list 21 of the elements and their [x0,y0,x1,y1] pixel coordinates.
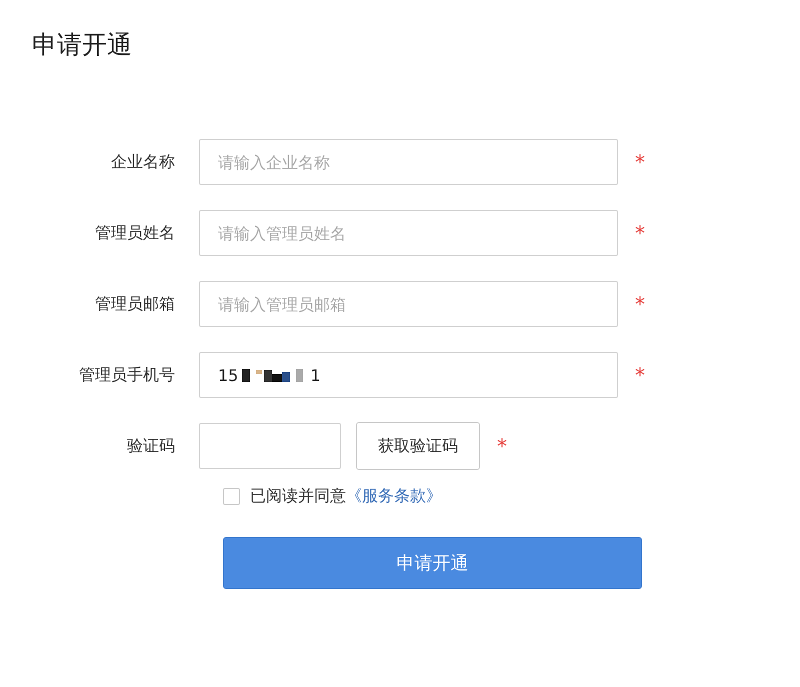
input-field[interactable]: 请输入管理员邮箱 [199,281,618,327]
required-mark: * [635,363,645,387]
input-field[interactable]: 请输入企业名称 [199,139,618,185]
get-code-button[interactable]: 获取验证码 [356,422,480,470]
required-mark: * [635,150,645,174]
page-title: 申请开通 [32,29,133,61]
input-field[interactable]: 请输入管理员姓名 [199,210,618,256]
field-label: 管理员邮箱 [94,294,176,314]
required-mark: * [635,221,645,245]
field-label: 管理员姓名 [94,222,176,244]
agree-checkbox[interactable] [223,488,240,505]
field-label: 企业名称 [110,152,176,172]
code-field[interactable] [199,423,341,469]
field-label: 验证码 [126,436,176,456]
agreement-text: 已阅读并同意 [250,486,346,507]
required-mark: * [635,292,645,316]
terms-link[interactable]: 《服务条款》 [346,486,442,507]
required-mark: * [497,434,507,458]
submit-button[interactable]: 申请开通 [223,537,642,589]
field-label: 管理员手机号 [78,364,176,386]
input-field[interactable]: 15 1 [199,352,618,398]
